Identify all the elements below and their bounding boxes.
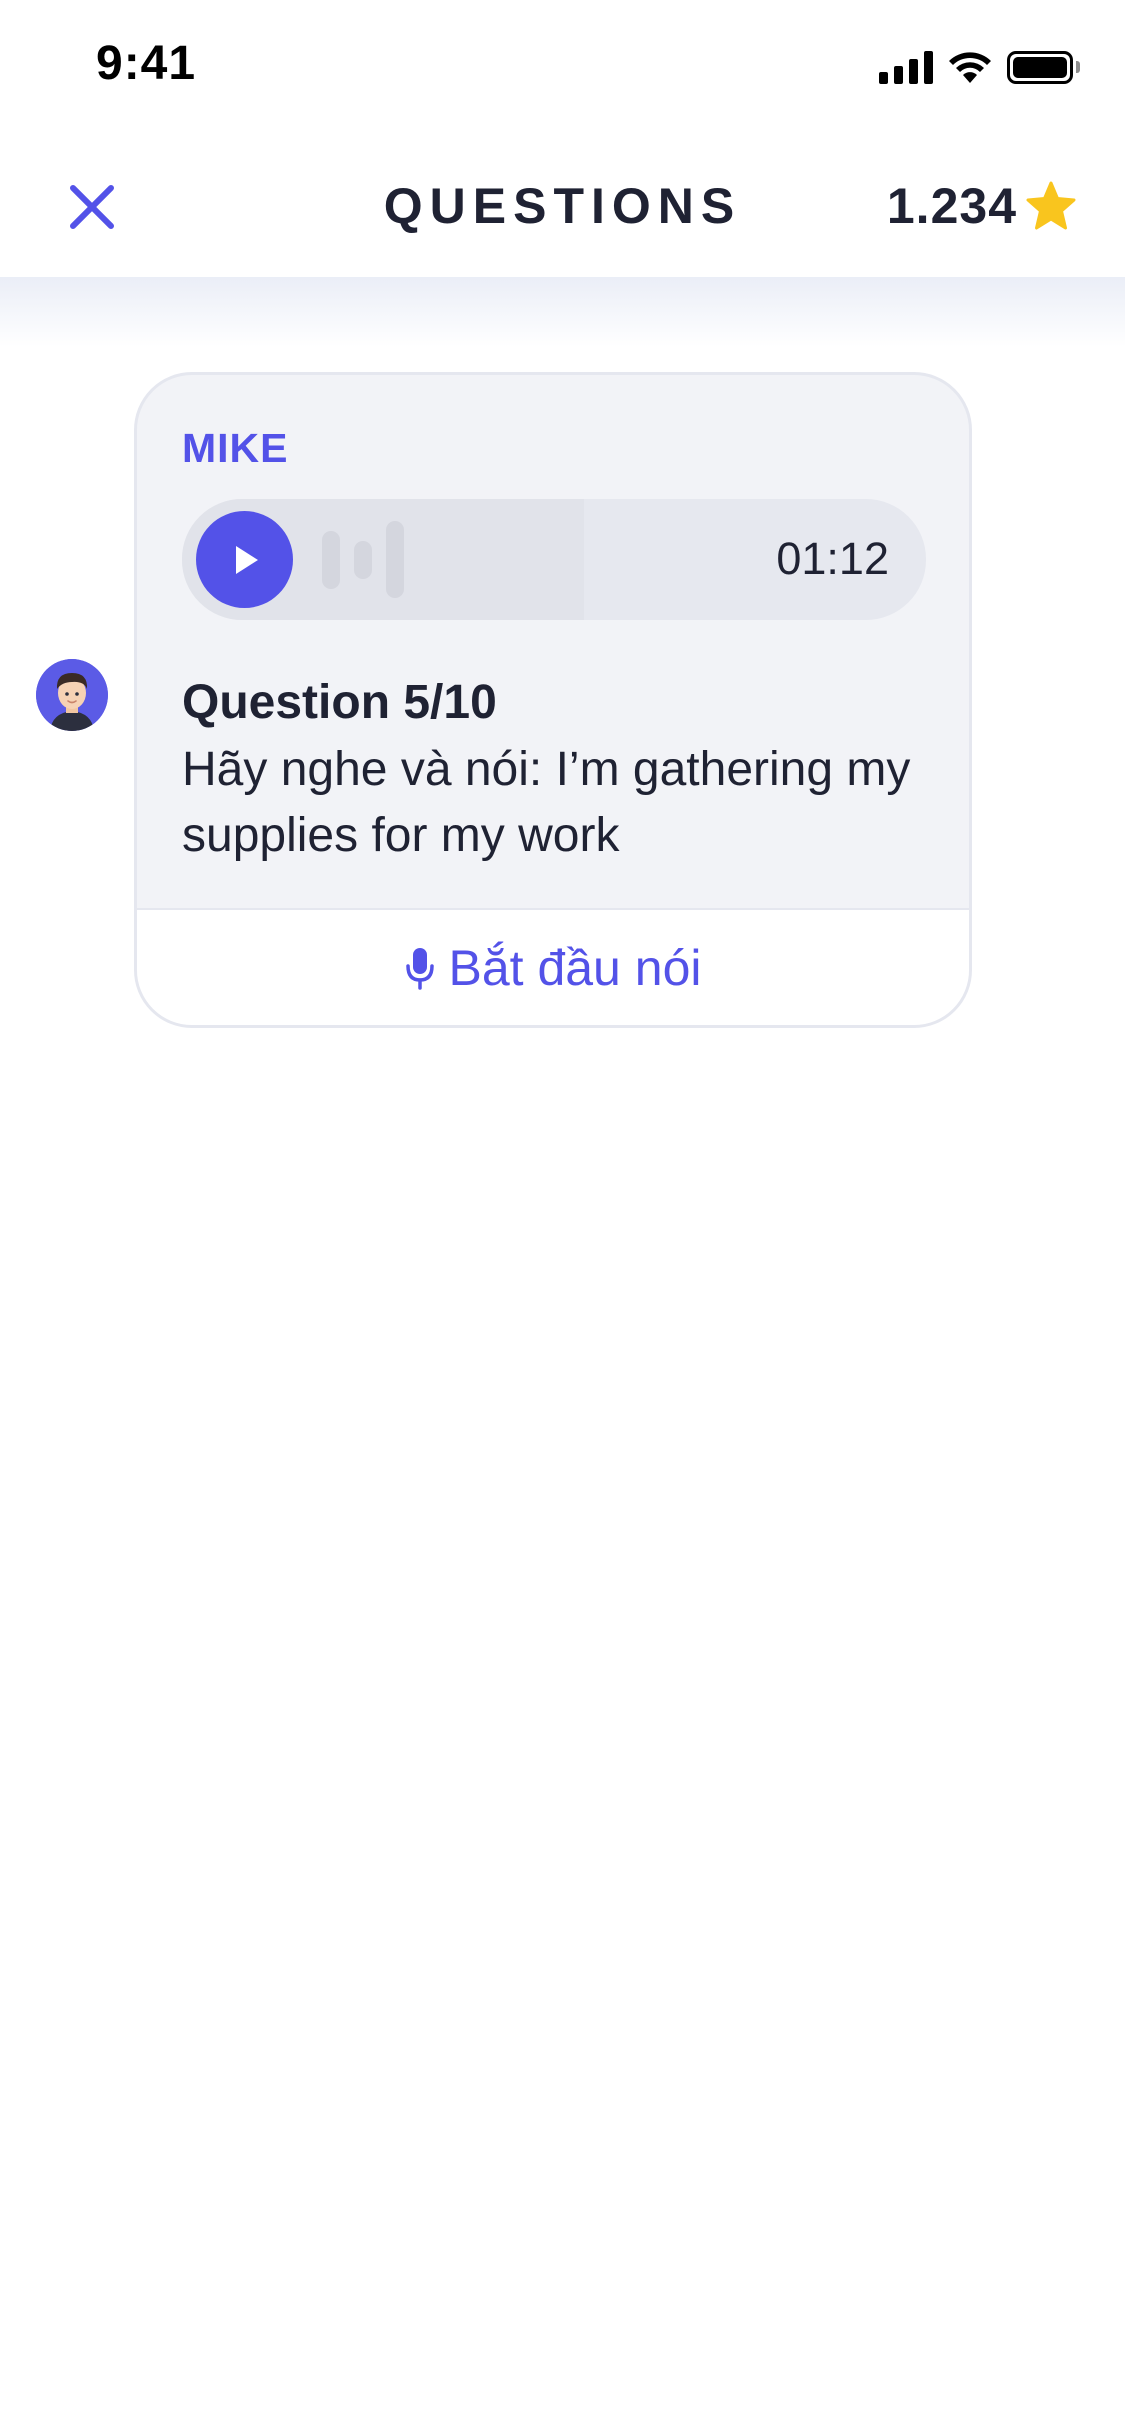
user-avatar-icon	[36, 659, 108, 731]
header-shadow	[0, 277, 1125, 347]
question-text: Hãy nghe và nói: I’m gathering my suppli…	[182, 743, 911, 862]
avatar	[36, 659, 108, 731]
status-icons	[879, 50, 1080, 84]
play-button[interactable]	[196, 511, 293, 608]
question-title: Question 5/10	[182, 676, 497, 729]
wifi-icon	[949, 52, 991, 83]
start-speaking-label: Bắt đầu nói	[448, 939, 702, 996]
cellular-signal-icon	[879, 50, 933, 84]
star-icon	[1026, 181, 1076, 230]
play-icon	[235, 545, 258, 574]
battery-icon	[1007, 50, 1080, 84]
start-speaking-button[interactable]: Bắt đầu nói	[137, 908, 969, 1025]
audio-duration: 01:12	[776, 533, 889, 584]
status-bar: 9:41	[0, 0, 1125, 135]
microphone-icon	[405, 947, 434, 990]
top-header: QUESTIONS 1.234	[0, 135, 1125, 277]
audio-player[interactable]: 01:12	[182, 499, 926, 620]
audio-waveform	[322, 521, 404, 598]
app-screen: 9:41 QUESTIONS 1.234 MIKE 01:12 Question…	[0, 0, 1125, 2436]
message-card: MIKE 01:12 Question 5/10 Hãy nghe và nói…	[134, 372, 972, 1028]
status-time: 9:41	[96, 37, 197, 90]
score-display: 1.234	[887, 177, 1077, 235]
sender-name: MIKE	[182, 425, 289, 471]
score-value: 1.234	[886, 178, 1017, 234]
